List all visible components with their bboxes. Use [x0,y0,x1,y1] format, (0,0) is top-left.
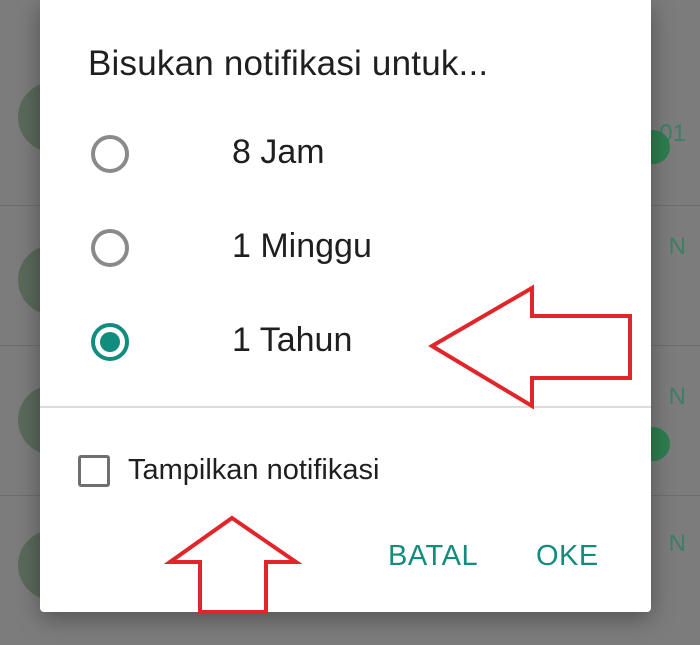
show-notifications-checkbox-row[interactable]: Tampilkan notifikasi [78,452,498,494]
divider [40,406,651,408]
mute-notifications-dialog: Bisukan notifikasi untuk... 8 Jam 1 Ming… [40,0,651,612]
chat-row-time: N [668,383,686,410]
option-1-year[interactable]: 1 Tahun [88,316,608,376]
checkbox-icon[interactable] [78,455,110,487]
option-1-week[interactable]: 1 Minggu [88,222,608,282]
ok-button[interactable]: OKE [536,540,599,573]
cancel-button[interactable]: BATAL [388,540,478,573]
radio-button-icon[interactable] [91,229,129,267]
option-8-hours[interactable]: 8 Jam [88,128,608,188]
radio-button-icon[interactable] [91,135,129,173]
checkbox-label: Tampilkan notifikasi [128,454,380,486]
dialog-title: Bisukan notifikasi untuk... [88,44,489,83]
option-label: 1 Tahun [232,321,353,359]
radio-button-selected-icon[interactable] [91,323,129,361]
chat-row-time: N [668,530,686,557]
option-label: 8 Jam [232,133,325,171]
chat-row-time: N [668,233,686,260]
option-label: 1 Minggu [232,227,372,265]
